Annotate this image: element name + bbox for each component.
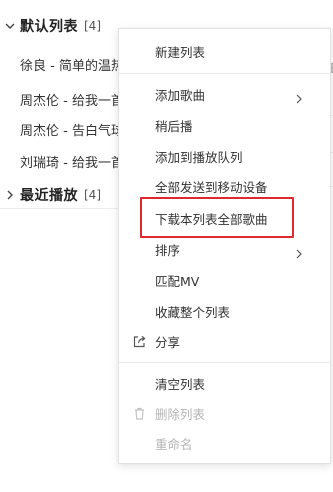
- menu-item-label: 排序: [155, 242, 181, 258]
- menu-item-new-list[interactable]: 新建列表: [119, 34, 330, 68]
- menu-item-label: 添加歌曲: [155, 87, 206, 103]
- menu-item-add-to-queue[interactable]: 添加到播放队列: [119, 139, 330, 173]
- share-icon: [132, 334, 147, 349]
- song-title: 周杰伦 - 告白气球: [20, 123, 124, 139]
- menu-item-play-later[interactable]: 稍后播: [119, 108, 330, 142]
- menu-item-rename: 重命名: [119, 426, 330, 460]
- menu-item-clear-list[interactable]: 清空列表: [119, 366, 330, 400]
- playlist-group-title: 最近播放: [20, 188, 78, 204]
- highlight-annotation: [140, 197, 294, 238]
- menu-item-label: 删除列表: [155, 406, 206, 422]
- menu-item-label: 添加到播放队列: [155, 149, 243, 165]
- chevron-right-icon: [294, 89, 304, 104]
- menu-item-add-songs[interactable]: 添加歌曲: [119, 77, 330, 111]
- menu-item-delete-list: 删除列表: [119, 396, 330, 430]
- chevron-right-icon: [2, 187, 18, 203]
- divider: [0, 208, 118, 209]
- playlist-group-default[interactable]: 默认列表 [4]: [0, 16, 101, 36]
- playlist-group-title: 默认列表: [20, 19, 78, 35]
- menu-item-label: 新建列表: [155, 44, 206, 60]
- trash-icon: [132, 406, 147, 421]
- menu-item-label: 分享: [155, 334, 181, 350]
- chevron-right-icon: [294, 244, 304, 259]
- menu-item-collect-list[interactable]: 收藏整个列表: [119, 294, 330, 328]
- menu-item-label: 重命名: [155, 436, 193, 452]
- menu-item-share[interactable]: 分享: [119, 324, 330, 358]
- playlist-group-count: [4]: [84, 188, 101, 202]
- menu-separator: [119, 73, 330, 74]
- menu-item-label: 清空列表: [155, 376, 206, 392]
- menu-item-label: 稍后播: [155, 118, 193, 134]
- context-menu: 新建列表 添加歌曲 稍后播 添加到播放队列 全部发送到移动设备 下载本列表全部歌…: [118, 28, 331, 464]
- menu-item-label: 匹配MV: [155, 273, 200, 289]
- playlist-group-count: [4]: [84, 19, 101, 33]
- menu-separator: [119, 362, 330, 363]
- chevron-down-icon: [2, 18, 18, 34]
- menu-item-match-mv[interactable]: 匹配MV: [119, 263, 330, 297]
- menu-item-label: 全部发送到移动设备: [155, 179, 268, 195]
- menu-item-label: 收藏整个列表: [155, 304, 231, 320]
- song-title: 徐良 - 简单的温热: [20, 58, 124, 74]
- playlist-group-recent[interactable]: 最近播放 [4]: [0, 185, 101, 205]
